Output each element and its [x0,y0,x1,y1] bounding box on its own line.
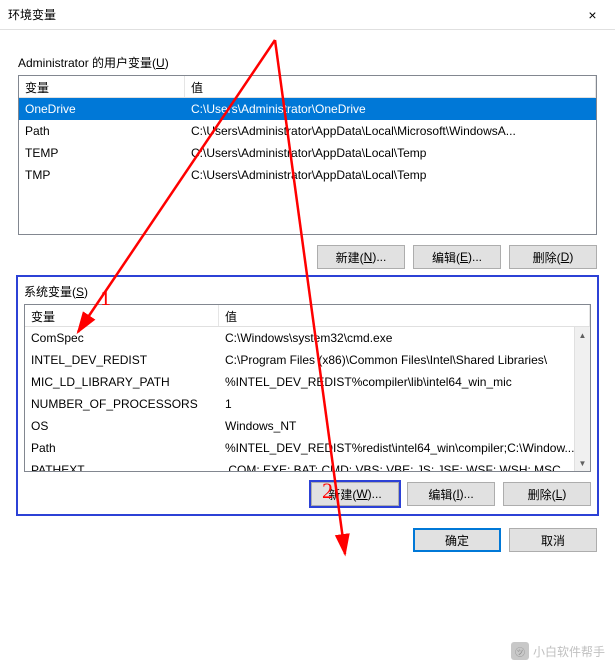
system-vars-list[interactable]: 变量 值 ComSpecC:\Windows\system32\cmd.exeI… [24,304,591,472]
col-header-value[interactable]: 值 [219,305,590,326]
list-header: 变量 值 [19,76,596,98]
var-name: ComSpec [25,329,219,347]
watermark: ㋡ 小白软件帮手 [511,642,605,660]
var-name: TEMP [19,144,185,162]
system-vars-section-highlight: 系统变量(S) 变量 值 ComSpecC:\Windows\system32\… [18,277,597,514]
user-new-button[interactable]: 新建(N)... [317,245,405,269]
system-delete-button[interactable]: 删除(L) [503,482,591,506]
table-row[interactable]: TEMPC:\Users\Administrator\AppData\Local… [19,142,596,164]
table-row[interactable]: Path%INTEL_DEV_REDIST%redist\intel64_win… [25,437,590,459]
var-value: %INTEL_DEV_REDIST%compiler\lib\intel64_w… [219,373,590,391]
col-header-name[interactable]: 变量 [25,305,219,326]
var-name: Path [25,439,219,457]
var-name: OneDrive [19,100,185,118]
table-row[interactable]: ComSpecC:\Windows\system32\cmd.exe [25,327,590,349]
titlebar: 环境变量 × [0,0,615,30]
var-name: NUMBER_OF_PROCESSORS [25,395,219,413]
table-row[interactable]: TMPC:\Users\Administrator\AppData\Local\… [19,164,596,186]
window-title: 环境变量 [8,6,56,23]
system-new-button[interactable]: 新建(W)... [311,482,399,506]
var-value: C:\Windows\system32\cmd.exe [219,329,590,347]
scrollbar[interactable]: ▲ ▼ [574,327,590,471]
var-name: Path [19,122,185,140]
var-name: TMP [19,166,185,184]
user-edit-button[interactable]: 编辑(E)... [413,245,501,269]
table-row[interactable]: NUMBER_OF_PROCESSORS1 [25,393,590,415]
table-row[interactable]: MIC_LD_LIBRARY_PATH%INTEL_DEV_REDIST%com… [25,371,590,393]
watermark-text: 小白软件帮手 [533,643,605,660]
col-header-value[interactable]: 值 [185,76,596,97]
user-vars-list[interactable]: 变量 值 OneDriveC:\Users\Administrator\OneD… [18,75,597,235]
list-header: 变量 值 [25,305,590,327]
system-button-row: 新建(W)... 编辑(I)... 删除(L) [24,482,591,506]
var-name: INTEL_DEV_REDIST [25,351,219,369]
table-row[interactable]: PathC:\Users\Administrator\AppData\Local… [19,120,596,142]
ok-button[interactable]: 确定 [413,528,501,552]
system-vars-label: 系统变量(S) [24,283,591,300]
var-value: C:\Users\Administrator\AppData\Local\Mic… [185,122,596,140]
var-value: Windows_NT [219,417,590,435]
var-value: %INTEL_DEV_REDIST%redist\intel64_win\com… [219,439,590,457]
table-row[interactable]: INTEL_DEV_REDISTC:\Program Files (x86)\C… [25,349,590,371]
table-row[interactable]: OSWindows_NT [25,415,590,437]
var-value: C:\Users\Administrator\OneDrive [185,100,596,118]
dialog-button-row: 确定 取消 [18,528,597,552]
cancel-button[interactable]: 取消 [509,528,597,552]
close-button[interactable]: × [570,0,615,30]
var-value: .COM;.EXE;.BAT;.CMD;.VBS;.VBE;.JS;.JSE;.… [219,461,590,472]
user-delete-button[interactable]: 删除(D) [509,245,597,269]
table-row[interactable]: OneDriveC:\Users\Administrator\OneDrive [19,98,596,120]
var-name: PATHEXT [25,461,219,472]
var-value: C:\Users\Administrator\AppData\Local\Tem… [185,144,596,162]
col-header-name[interactable]: 变量 [19,76,185,97]
var-value: C:\Users\Administrator\AppData\Local\Tem… [185,166,596,184]
system-edit-button[interactable]: 编辑(I)... [407,482,495,506]
user-button-row: 新建(N)... 编辑(E)... 删除(D) [18,245,597,269]
var-name: MIC_LD_LIBRARY_PATH [25,373,219,391]
close-icon: × [588,7,596,23]
watermark-icon: ㋡ [511,642,529,660]
user-vars-label: Administrator 的用户变量(U) [18,54,597,71]
var-value: C:\Program Files (x86)\Common Files\Inte… [219,351,590,369]
scroll-down-icon[interactable]: ▼ [575,455,590,471]
scroll-up-icon[interactable]: ▲ [575,327,590,343]
var-name: OS [25,417,219,435]
table-row[interactable]: PATHEXT.COM;.EXE;.BAT;.CMD;.VBS;.VBE;.JS… [25,459,590,472]
var-value: 1 [219,395,590,413]
